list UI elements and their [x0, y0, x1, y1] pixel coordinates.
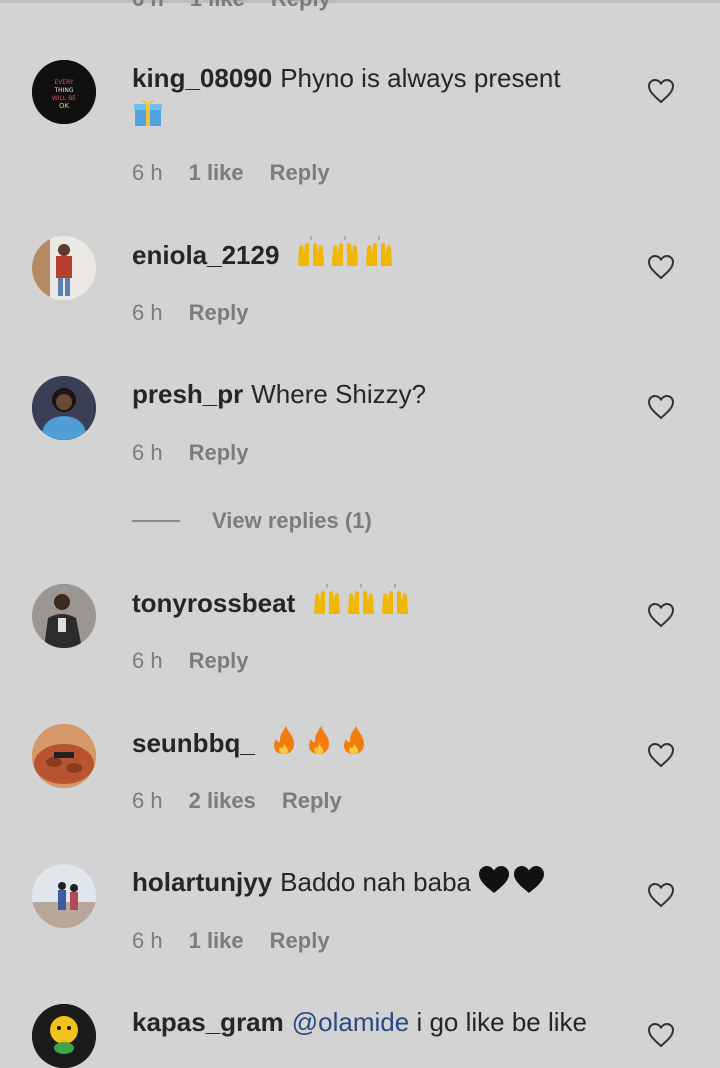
svg-text:OK: OK [59, 102, 70, 110]
reply-button[interactable]: Reply [271, 0, 331, 12]
black-heart-icon [478, 865, 546, 895]
comment-text: holartunjyy Baddo nah baba [132, 864, 632, 900]
comment-text: presh_pr Where Shizzy? [132, 376, 632, 412]
username[interactable]: kapas_gram [132, 1007, 284, 1037]
reply-button[interactable]: Reply [189, 300, 249, 326]
username[interactable]: tonyrossbeat [132, 588, 295, 618]
raising-hands-icon [295, 236, 397, 268]
comment-body: Phyno is always present [280, 63, 561, 93]
comment-text: seunbbq_ [132, 724, 632, 761]
avatar-image [32, 584, 96, 648]
time-label: 6 h [132, 788, 163, 813]
reply-button[interactable]: Reply [270, 928, 330, 954]
time-label: 6 h [132, 160, 163, 185]
svg-text:WILL BE: WILL BE [52, 95, 76, 102]
avatar-image [32, 1004, 96, 1068]
avatar-image [32, 236, 96, 300]
avatar[interactable] [32, 584, 96, 648]
view-replies-label[interactable]: View replies (1) [212, 508, 372, 534]
svg-text:EVERY: EVERY [54, 79, 73, 86]
comment-meta: 6 h 1 like Reply [132, 160, 330, 186]
comment-text: king_08090 Phyno is always present [132, 60, 632, 137]
comment-meta: 6 h Reply [132, 300, 249, 326]
comment-body: Baddo nah baba [280, 867, 471, 897]
username[interactable]: seunbbq_ [132, 728, 255, 758]
like-heart-icon[interactable] [647, 602, 675, 628]
reply-button[interactable]: Reply [189, 648, 249, 674]
username[interactable]: eniola_2129 [132, 240, 279, 270]
comment-meta: 6 h 1 like Reply [132, 928, 330, 954]
likes-count[interactable]: 1 like [189, 160, 244, 186]
likes-label[interactable]: 1 like [190, 0, 245, 12]
comment-text: tonyrossbeat [132, 584, 632, 621]
raising-hands-icon [311, 584, 413, 616]
time-label: 6 h [132, 648, 163, 673]
comment-meta: 6 h Reply [132, 648, 249, 674]
reply-button[interactable]: Reply [189, 440, 249, 466]
avatar[interactable] [32, 376, 96, 440]
divider-line [132, 520, 180, 522]
time-label: 6 h [132, 0, 164, 12]
avatar-image [32, 864, 96, 928]
time-label: 6 h [132, 440, 163, 465]
comment-text: kapas_gram @olamide i go like be like [132, 1004, 632, 1040]
mention-link[interactable]: @olamide [292, 1007, 409, 1037]
avatar-image: EVERY THING WILL BE OK [32, 60, 96, 124]
svg-text:THING: THING [53, 87, 73, 94]
like-heart-icon[interactable] [647, 742, 675, 768]
like-heart-icon[interactable] [647, 78, 675, 104]
reply-button[interactable]: Reply [270, 160, 330, 186]
fire-icon [270, 724, 370, 756]
time-label: 6 h [132, 928, 163, 953]
like-heart-icon[interactable] [647, 394, 675, 420]
like-heart-icon[interactable] [647, 1022, 675, 1048]
avatar[interactable] [32, 724, 96, 788]
likes-count[interactable]: 1 like [189, 928, 244, 954]
like-heart-icon[interactable] [647, 882, 675, 908]
avatar-image [32, 376, 96, 440]
comment-text: eniola_2129 [132, 236, 632, 273]
comment-body: i go like be like [416, 1007, 587, 1037]
avatar[interactable] [32, 1004, 96, 1068]
view-replies-button[interactable]: View replies (1) [132, 508, 372, 534]
username[interactable]: king_08090 [132, 63, 272, 93]
like-heart-icon[interactable] [647, 254, 675, 280]
comment-body: Where Shizzy? [251, 379, 427, 409]
top-divider [0, 0, 720, 3]
username[interactable]: holartunjyy [132, 867, 272, 897]
reply-button[interactable]: Reply [282, 788, 342, 814]
likes-count[interactable]: 2 likes [189, 788, 256, 814]
time-label: 6 h [132, 300, 163, 325]
avatar[interactable] [32, 864, 96, 928]
previous-comment-meta: 6 h 1 like Reply [132, 0, 331, 12]
avatar[interactable] [32, 236, 96, 300]
comment-meta: 6 h 2 likes Reply [132, 788, 342, 814]
avatar[interactable]: EVERY THING WILL BE OK [32, 60, 96, 124]
comment-meta: 6 h Reply [132, 440, 249, 466]
username[interactable]: presh_pr [132, 379, 243, 409]
avatar-image [32, 724, 96, 788]
gift-icon [132, 96, 164, 137]
